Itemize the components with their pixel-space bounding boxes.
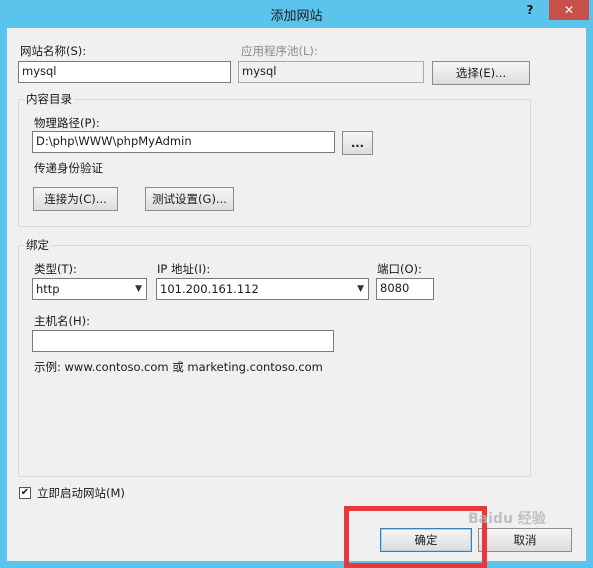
ip-address-select[interactable]: 101.200.161.112 ▼ [156, 278, 369, 300]
start-immediately-label: 立即启动网站(M) [37, 486, 125, 500]
app-pool-input: mysql [238, 61, 424, 83]
type-select-value: http [36, 281, 60, 296]
chevron-down-icon: ▼ [135, 283, 142, 294]
content-directory-title: 内容目录 [24, 92, 74, 106]
window-frame-right [586, 28, 593, 568]
site-name-input[interactable]: mysql [18, 61, 231, 83]
close-button[interactable]: ✕ [549, 0, 589, 20]
ip-address-label: IP 地址(I): [157, 262, 211, 276]
chevron-down-icon: ▼ [357, 283, 364, 294]
browse-path-button[interactable]: ... [342, 131, 373, 155]
window-frame-bottom [0, 561, 593, 568]
example-text: 示例: www.contoso.com 或 marketing.contoso.… [34, 360, 323, 374]
site-name-label: 网站名称(S): [20, 44, 87, 58]
port-label: 端口(O): [377, 262, 422, 276]
select-app-pool-button[interactable]: 选择(E)... [432, 61, 530, 85]
test-settings-button[interactable]: 测试设置(G)... [145, 187, 234, 211]
app-pool-label: 应用程序池(L): [241, 44, 318, 58]
connect-as-button[interactable]: 连接为(C)... [33, 187, 118, 211]
port-input[interactable]: 8080 [376, 278, 434, 300]
window-frame-left [0, 28, 7, 568]
highlight-box [344, 506, 487, 568]
pass-through-auth-label: 传递身份验证 [34, 161, 103, 175]
host-name-label: 主机名(H): [34, 314, 90, 328]
type-label: 类型(T): [34, 262, 77, 276]
physical-path-input[interactable]: D:\php\WWW\phpMyAdmin [32, 131, 335, 153]
window-title: 添加网站 [270, 9, 323, 24]
physical-path-label: 物理路径(P): [34, 116, 100, 130]
watermark: Baidu 经验 [468, 511, 546, 527]
help-button[interactable]: ? [513, 0, 547, 20]
type-select[interactable]: http ▼ [32, 278, 147, 300]
binding-title: 绑定 [24, 238, 51, 252]
host-name-input[interactable] [32, 330, 334, 352]
cancel-button[interactable]: 取消 [478, 528, 572, 552]
ip-address-value: 101.200.161.112 [160, 281, 259, 296]
checkmark-icon: ✔ [20, 487, 30, 498]
start-immediately-checkbox[interactable]: ✔ [19, 487, 31, 499]
